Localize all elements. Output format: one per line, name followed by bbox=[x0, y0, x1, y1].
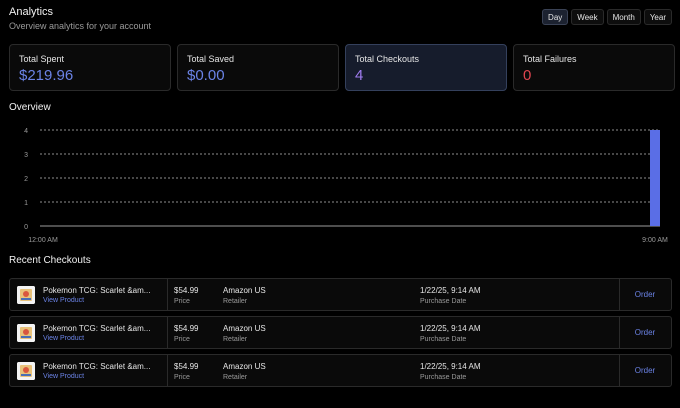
stat-label: Total Failures bbox=[523, 54, 577, 64]
product-name: Pokemon TCG: Scarlet &am... bbox=[43, 286, 151, 295]
stat-value: $0.00 bbox=[187, 67, 225, 84]
stat-label: Total Spent bbox=[19, 54, 65, 64]
row-divider bbox=[167, 355, 168, 386]
overview-chart: 0 1 2 3 4 12:00 AM 9:00 AM bbox=[24, 128, 668, 244]
range-year-button[interactable]: Year bbox=[643, 9, 672, 25]
y-tick-label: 4 bbox=[24, 128, 28, 135]
y-tick-label: 1 bbox=[24, 200, 28, 207]
checkout-row: Pokemon TCG: Scarlet &am... View Product… bbox=[9, 354, 672, 387]
product-thumbnail bbox=[17, 286, 35, 304]
chart-bar bbox=[650, 130, 660, 226]
purchase-date-value: 1/22/25, 9:14 AM bbox=[420, 362, 481, 371]
checkout-row: Pokemon TCG: Scarlet &am... View Product… bbox=[9, 316, 672, 349]
row-divider bbox=[167, 317, 168, 348]
purchase-date-label: Purchase Date bbox=[420, 374, 467, 381]
product-thumbnail bbox=[17, 362, 35, 380]
stat-value: 0 bbox=[523, 67, 532, 84]
stat-value: 4 bbox=[355, 67, 364, 84]
purchase-date-value: 1/22/25, 9:14 AM bbox=[420, 286, 481, 295]
order-button[interactable]: Order bbox=[619, 279, 671, 310]
stat-card-total-checkouts: Total Checkouts 4 bbox=[345, 44, 507, 91]
retailer-label: Retailer bbox=[223, 374, 248, 381]
order-button[interactable]: Order bbox=[619, 317, 671, 348]
stat-value: $219.96 bbox=[19, 67, 74, 84]
page-header: Analytics Overview analytics for your ac… bbox=[9, 6, 151, 31]
stat-label: Total Checkouts bbox=[355, 54, 420, 64]
page-title: Analytics bbox=[9, 6, 54, 18]
product-name: Pokemon TCG: Scarlet &am... bbox=[43, 362, 151, 371]
retailer-value: Amazon US bbox=[223, 362, 266, 371]
price-value: $54.99 bbox=[174, 362, 199, 371]
checkout-row: Pokemon TCG: Scarlet &am... View Product… bbox=[9, 278, 672, 311]
y-tick-label: 3 bbox=[24, 152, 28, 159]
time-range-selector: Day Week Month Year bbox=[542, 9, 672, 25]
y-tick-label: 0 bbox=[24, 224, 28, 231]
product-name: Pokemon TCG: Scarlet &am... bbox=[43, 324, 151, 333]
x-tick-label: 9:00 AM bbox=[642, 237, 668, 244]
retailer-value: Amazon US bbox=[223, 324, 266, 333]
price-label: Price bbox=[174, 298, 190, 305]
view-product-link[interactable]: View Product bbox=[43, 297, 84, 304]
price-label: Price bbox=[174, 374, 190, 381]
overview-title: Overview bbox=[9, 102, 51, 113]
purchase-date-label: Purchase Date bbox=[420, 298, 467, 305]
retailer-label: Retailer bbox=[223, 336, 248, 343]
stat-card-total-saved: Total Saved $0.00 bbox=[177, 44, 339, 91]
purchase-date-label: Purchase Date bbox=[420, 336, 467, 343]
range-week-button[interactable]: Week bbox=[571, 9, 604, 25]
recent-checkouts-title: Recent Checkouts bbox=[9, 255, 91, 266]
stats-row: Total Spent $219.96 Total Saved $0.00 To… bbox=[9, 44, 675, 91]
view-product-link[interactable]: View Product bbox=[43, 373, 84, 380]
retailer-value: Amazon US bbox=[223, 286, 266, 295]
row-divider bbox=[167, 279, 168, 310]
view-product-link[interactable]: View Product bbox=[43, 335, 84, 342]
price-value: $54.99 bbox=[174, 324, 199, 333]
range-day-button[interactable]: Day bbox=[542, 9, 569, 25]
page-subtitle: Overview analytics for your account bbox=[9, 21, 152, 31]
range-month-button[interactable]: Month bbox=[606, 9, 641, 25]
price-value: $54.99 bbox=[174, 286, 199, 295]
stat-label: Total Saved bbox=[187, 54, 235, 64]
product-thumbnail bbox=[17, 324, 35, 342]
stat-card-total-failures: Total Failures 0 bbox=[513, 44, 675, 91]
x-tick-label: 12:00 AM bbox=[28, 237, 58, 244]
order-button[interactable]: Order bbox=[619, 355, 671, 386]
retailer-label: Retailer bbox=[223, 298, 248, 305]
stat-card-total-spent: Total Spent $219.96 bbox=[9, 44, 171, 91]
price-label: Price bbox=[174, 336, 190, 343]
purchase-date-value: 1/22/25, 9:14 AM bbox=[420, 324, 481, 333]
y-tick-label: 2 bbox=[24, 176, 28, 183]
recent-checkouts-list: Pokemon TCG: Scarlet &am... View Product… bbox=[9, 278, 672, 392]
